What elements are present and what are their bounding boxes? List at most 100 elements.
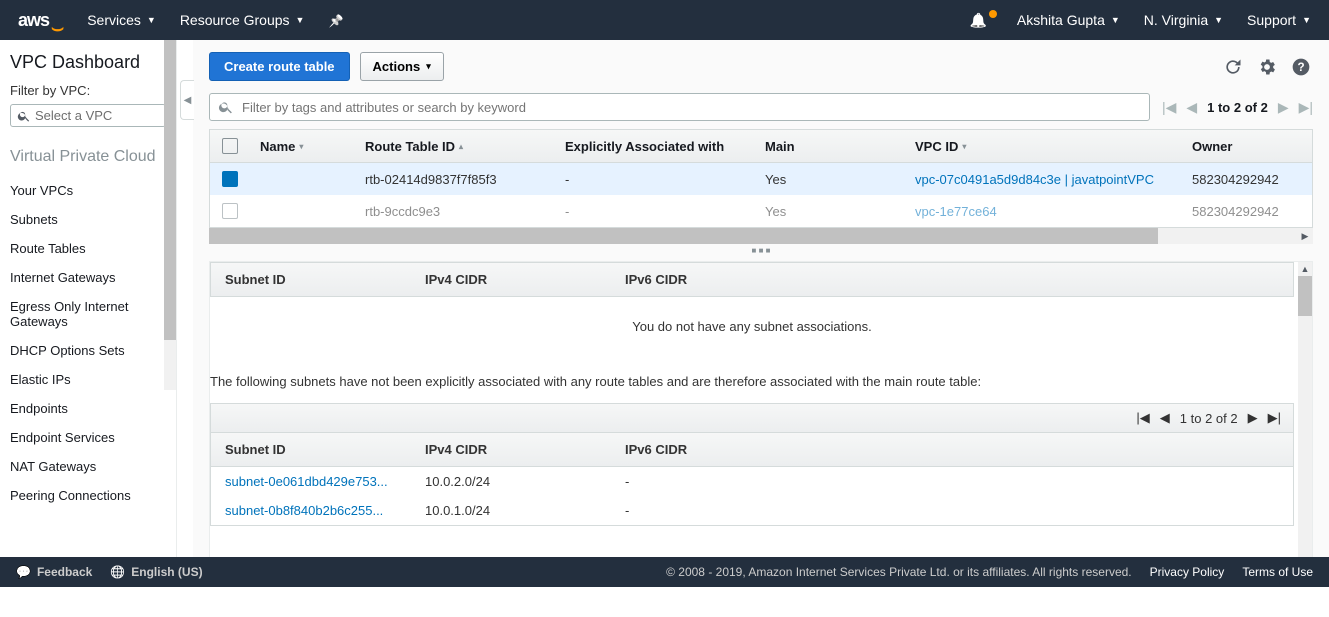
terms-of-use-link[interactable]: Terms of Use xyxy=(1242,565,1313,579)
col-owner[interactable]: Owner xyxy=(1182,130,1312,162)
top-nav: aws ⌣ Services ▼ Resource Groups ▼ Akshi… xyxy=(0,0,1329,40)
account-menu[interactable]: Akshita Gupta ▼ xyxy=(1017,12,1120,28)
notifications-button[interactable] xyxy=(969,12,992,29)
create-route-table-button[interactable]: Create route table xyxy=(209,52,350,81)
col-explicitly-associated[interactable]: Explicitly Associated with xyxy=(555,130,755,162)
sidebar-link-endpoints[interactable]: Endpoints xyxy=(0,394,176,423)
pager-top: |◀ ◀ 1 to 2 of 2 ▶ ▶| xyxy=(1162,99,1313,116)
resource-groups-menu[interactable]: Resource Groups ▼ xyxy=(180,12,305,28)
aws-logo-text: aws xyxy=(18,10,49,31)
language-selector[interactable]: English (US) xyxy=(110,565,202,579)
pin-button[interactable] xyxy=(328,12,343,28)
svg-text:?: ? xyxy=(1297,61,1304,74)
col-subnet-id[interactable]: Subnet ID xyxy=(211,433,411,466)
sidebar-link-elastic-ips[interactable]: Elastic IPs xyxy=(0,365,176,394)
col-ipv4-cidr[interactable]: IPv4 CIDR xyxy=(411,433,611,466)
implicit-table-header: Subnet ID IPv4 CIDR IPv6 CIDR xyxy=(210,433,1294,467)
col-main[interactable]: Main xyxy=(755,130,905,162)
col-ipv6-cidr[interactable]: IPv6 CIDR xyxy=(611,263,1293,296)
table-row[interactable]: rtb-9ccdc9e3 - Yes vpc-1e77ce64 58230429… xyxy=(210,195,1312,227)
cell-owner: 582304292942 xyxy=(1182,195,1312,227)
page-first-button[interactable]: |◀ xyxy=(1162,99,1176,116)
gear-icon xyxy=(1257,57,1277,77)
col-subnet-id[interactable]: Subnet ID xyxy=(211,263,411,296)
support-menu[interactable]: Support ▼ xyxy=(1247,12,1311,28)
col-ipv6-cidr[interactable]: IPv6 CIDR xyxy=(611,433,1293,466)
page-next-button[interactable]: ▶ xyxy=(1278,99,1289,116)
actions-menu-button[interactable]: Actions ▾ xyxy=(360,52,444,81)
table-row[interactable]: subnet-0e061dbd429e753... 10.0.2.0/24 - xyxy=(211,467,1293,496)
sidebar: VPC Dashboard Filter by VPC: Select a VP… xyxy=(0,40,177,587)
actions-label: Actions xyxy=(373,59,421,74)
cell-ipv6: - xyxy=(611,496,1293,525)
footer: Feedback English (US) © 2008 - 2019, Ama… xyxy=(0,557,1329,587)
region-menu[interactable]: N. Virginia ▼ xyxy=(1144,12,1223,28)
cell-main: Yes xyxy=(755,163,905,195)
sidebar-link-peering[interactable]: Peering Connections xyxy=(0,481,176,510)
cell-subnet-link[interactable]: subnet-0b8f840b2b6c255... xyxy=(211,496,411,525)
vertical-scrollbar[interactable]: ▲ xyxy=(1298,262,1312,586)
search-icon xyxy=(218,99,234,115)
col-vpc-id[interactable]: VPC ID▾ xyxy=(905,130,1182,162)
search-icon xyxy=(17,109,31,123)
privacy-policy-link[interactable]: Privacy Policy xyxy=(1150,565,1225,579)
sidebar-link-route-tables[interactable]: Route Tables xyxy=(0,234,176,263)
vscroll-up-arrow[interactable]: ▲ xyxy=(1298,262,1312,276)
cell-owner: 582304292942 xyxy=(1182,163,1312,195)
filter-vpc-label: Filter by VPC: xyxy=(0,83,176,104)
feedback-link[interactable]: Feedback xyxy=(16,565,92,579)
cell-vpc-link[interactable]: vpc-1e77ce64 xyxy=(905,195,1182,227)
page-prev-button[interactable]: ◀ xyxy=(1160,410,1170,426)
table-row[interactable]: rtb-02414d9837f7f85f3 - Yes vpc-07c0491a… xyxy=(210,163,1312,195)
page-prev-button[interactable]: ◀ xyxy=(1186,99,1197,116)
sidebar-section-header: Virtual Private Cloud xyxy=(0,141,176,176)
cell-rtid: rtb-9ccdc9e3 xyxy=(355,195,555,227)
settings-button[interactable] xyxy=(1255,55,1279,79)
row-checkbox[interactable] xyxy=(222,171,238,187)
sidebar-link-nat-gateways[interactable]: NAT Gateways xyxy=(0,452,176,481)
filter-input[interactable] xyxy=(242,100,1141,115)
col-route-table-id[interactable]: Route Table ID▴ xyxy=(355,130,555,162)
sidebar-scrollbar-thumb[interactable] xyxy=(164,40,176,340)
pager-implicit: |◀ ◀ 1 to 2 of 2 ▶ ▶| xyxy=(210,403,1294,433)
page-last-button[interactable]: ▶| xyxy=(1268,410,1281,426)
splitter-handle[interactable]: ■ ■ ■ xyxy=(193,244,1329,257)
horizontal-scrollbar[interactable]: ▶ xyxy=(209,228,1313,244)
help-icon: ? xyxy=(1291,57,1311,77)
vpc-selector-placeholder: Select a VPC xyxy=(35,108,112,123)
sidebar-link-your-vpcs[interactable]: Your VPCs xyxy=(0,176,176,205)
cell-subnet-link[interactable]: subnet-0e061dbd429e753... xyxy=(211,467,411,496)
cell-vpc-link[interactable]: vpc-07c0491a5d9d84c3e | javatpointVPC xyxy=(905,163,1182,195)
aws-logo[interactable]: aws ⌣ xyxy=(18,10,63,31)
page-last-button[interactable]: ▶| xyxy=(1299,99,1313,116)
col-name[interactable]: Name▾ xyxy=(250,130,355,162)
assoc-table-header: Subnet ID IPv4 CIDR IPv6 CIDR xyxy=(210,262,1294,297)
hscroll-thumb[interactable] xyxy=(209,228,1158,244)
account-label: Akshita Gupta xyxy=(1017,12,1105,28)
sidebar-link-dhcp-options[interactable]: DHCP Options Sets xyxy=(0,336,176,365)
table-row[interactable]: subnet-0b8f840b2b6c255... 10.0.1.0/24 - xyxy=(211,496,1293,525)
page-first-button[interactable]: |◀ xyxy=(1136,410,1149,426)
cell-assoc: - xyxy=(555,163,755,195)
cell-ipv6: - xyxy=(611,467,1293,496)
sidebar-link-internet-gateways[interactable]: Internet Gateways xyxy=(0,263,176,292)
col-ipv4-cidr[interactable]: IPv4 CIDR xyxy=(411,263,611,296)
sidebar-link-egress-only-igw[interactable]: Egress Only Internet Gateways xyxy=(0,292,176,336)
aws-swoosh-icon: ⌣ xyxy=(51,24,63,32)
caret-down-icon: ▼ xyxy=(296,15,305,25)
vscroll-thumb[interactable] xyxy=(1298,276,1312,316)
page-next-button[interactable]: ▶ xyxy=(1248,410,1258,426)
support-label: Support xyxy=(1247,12,1296,28)
filter-search[interactable] xyxy=(209,93,1150,121)
sidebar-link-subnets[interactable]: Subnets xyxy=(0,205,176,234)
sidebar-link-endpoint-services[interactable]: Endpoint Services xyxy=(0,423,176,452)
help-button[interactable]: ? xyxy=(1289,55,1313,79)
collapse-sidebar-button[interactable]: ◀ xyxy=(180,80,194,120)
services-menu[interactable]: Services ▼ xyxy=(87,12,156,28)
select-all-checkbox[interactable] xyxy=(222,138,238,154)
refresh-button[interactable] xyxy=(1221,55,1245,79)
hscroll-right-arrow[interactable]: ▶ xyxy=(1297,228,1313,244)
caret-down-icon: ▼ xyxy=(147,15,156,25)
vpc-selector[interactable]: Select a VPC xyxy=(10,104,166,127)
row-checkbox[interactable] xyxy=(222,203,238,219)
